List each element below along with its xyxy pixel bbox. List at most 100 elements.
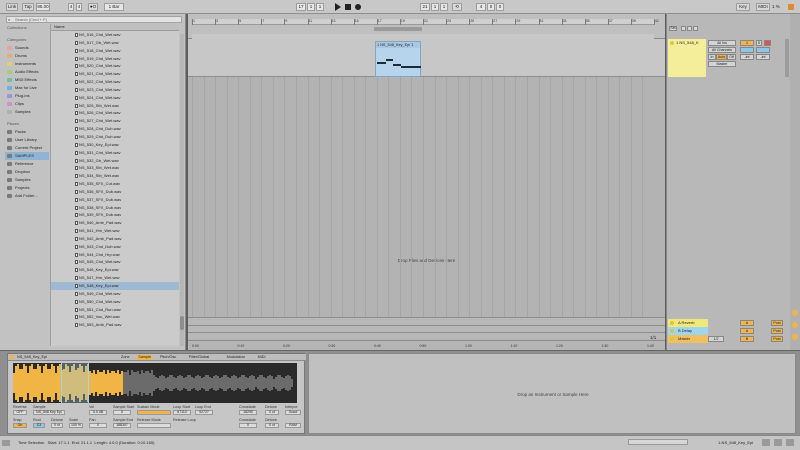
loop-length-beat[interactable]: 0: [487, 3, 495, 11]
file-row[interactable]: NS_518_Chd_Wet.wav: [51, 47, 179, 55]
place-item[interactable]: Projects: [5, 184, 49, 192]
sampler-tab[interactable]: Pitch/Osc: [159, 355, 177, 360]
file-row[interactable]: NS_517_Gtr_Wet.wav: [51, 39, 179, 47]
place-item[interactable]: Packs: [5, 128, 49, 136]
category-item[interactable]: Audio Effects: [5, 68, 49, 76]
solo-button[interactable]: S: [756, 40, 762, 46]
file-row[interactable]: NS_541_Hrn_Wet.wav: [51, 227, 179, 235]
mixer-toggle-2[interactable]: [687, 26, 692, 31]
ram-toggle[interactable]: RAM: [285, 423, 301, 428]
place-item[interactable]: User Library: [5, 136, 49, 144]
file-row[interactable]: NS_553_Amb_Pad.wav: [51, 321, 179, 329]
input-type-select[interactable]: All Ins: [708, 40, 736, 46]
file-row[interactable]: NS_522_Chd_Wet.wav: [51, 78, 179, 86]
signature-numerator[interactable]: 4: [68, 3, 74, 11]
file-row[interactable]: NS_528_Chd_Dub.wav: [51, 125, 179, 133]
mixer-scrollbar[interactable]: [785, 39, 789, 77]
file-row[interactable]: NS_544_Chd_Hrp.wav: [51, 251, 179, 259]
loop-start-bar[interactable]: 21: [420, 3, 430, 11]
place-item[interactable]: Reference: [5, 160, 49, 168]
track-header[interactable]: 1 NS_548_K: [668, 39, 706, 77]
return-track-header[interactable]: Master: [668, 335, 708, 343]
midi-note[interactable]: [377, 62, 386, 64]
position-bar[interactable]: 17: [296, 3, 306, 11]
status-button[interactable]: [786, 439, 794, 446]
sample-end-field[interactable]: 188307: [113, 423, 131, 428]
file-row[interactable]: NS_531_Chd_Wet.wav: [51, 149, 179, 157]
file-row[interactable]: NS_552_Voc_Wet.wav: [51, 313, 179, 321]
file-row[interactable]: NS_538_SFX_Dub.wav: [51, 204, 179, 212]
key-map-button[interactable]: Key: [736, 3, 750, 11]
file-row[interactable]: NS_542_Amb_Pad.wav: [51, 235, 179, 243]
record-button[interactable]: [355, 4, 361, 10]
file-row[interactable]: NS_549_Chd_Wet.wav: [51, 290, 179, 298]
activator-icon[interactable]: [670, 41, 674, 45]
return-ab-button[interactable]: A: [740, 320, 754, 326]
set-button[interactable]: Set: [669, 26, 677, 31]
loop-region[interactable]: [61, 363, 89, 403]
file-row[interactable]: NS_543_Chd_Dub.wav: [51, 243, 179, 251]
sample-start-field[interactable]: 0: [113, 410, 131, 415]
scale-field[interactable]: 100 %: [69, 423, 83, 428]
device-on-icon[interactable]: [10, 355, 14, 359]
loop-toggle[interactable]: ⟲: [452, 3, 462, 11]
stop-button[interactable]: [345, 4, 351, 10]
return-ab-button[interactable]: B: [740, 336, 754, 342]
release-mode-buttons[interactable]: [137, 423, 171, 428]
activator-icon[interactable]: [670, 321, 674, 325]
loop-start-sixteenth[interactable]: 1: [440, 3, 448, 11]
file-row[interactable]: NS_536_SFX_Dub.wav: [51, 188, 179, 196]
file-row[interactable]: NS_525_Stb_Wet.wav: [51, 102, 179, 110]
file-row[interactable]: NS_550_Chd_Wet.wav: [51, 298, 179, 306]
side-indicator[interactable]: [792, 310, 798, 316]
return-track-header[interactable]: B Delay: [668, 327, 708, 335]
reverse-toggle[interactable]: OFF: [13, 410, 27, 415]
send-a-knob[interactable]: [740, 47, 754, 53]
master-output-select[interactable]: 1/2: [708, 336, 724, 342]
track-number[interactable]: 1: [740, 40, 754, 46]
file-row[interactable]: NS_526_Chd_Wet.wav: [51, 109, 179, 117]
arm-button[interactable]: [764, 40, 771, 46]
post-button[interactable]: Post: [771, 336, 783, 342]
file-row[interactable]: NS_545_Chd_Wet.wav: [51, 258, 179, 266]
category-item[interactable]: MIDI Effects: [5, 76, 49, 84]
input-channel-select[interactable]: All Channels: [708, 47, 736, 53]
status-button[interactable]: [762, 439, 770, 446]
loop-length-sixteenth[interactable]: 0: [496, 3, 504, 11]
file-row[interactable]: NS_537_SFX_Dub.wav: [51, 196, 179, 204]
loop-length-bar[interactable]: 4: [476, 3, 486, 11]
position-beat[interactable]: 1: [307, 3, 315, 11]
audio-clip[interactable]: 1 NS_548_Key_Epi 1: [375, 41, 421, 77]
category-item[interactable]: Plug-Ins: [5, 92, 49, 100]
mixer-toggle-3[interactable]: [693, 26, 698, 31]
quantization-select[interactable]: 1 Bar: [104, 3, 124, 11]
file-row[interactable]: NS_530_Key_Epi.wav: [51, 141, 179, 149]
signature-denominator[interactable]: 4: [76, 3, 82, 11]
file-row[interactable]: NS_532_Gtr_Wet.wav: [51, 157, 179, 165]
midi-note[interactable]: [401, 66, 421, 68]
midi-note[interactable]: [393, 64, 401, 66]
post-button[interactable]: Post: [771, 328, 783, 334]
file-row[interactable]: NS_533_Stb_Wet.wav: [51, 164, 179, 172]
track-lane-1[interactable]: 1 NS_548_Key_Epi 1: [188, 39, 665, 77]
sample-select[interactable]: NS_548 Key Epi: [33, 410, 65, 415]
file-row[interactable]: NS_523_Chd_Wet.wav: [51, 86, 179, 94]
crossfade-field[interactable]: 18290: [239, 410, 257, 415]
detune-field[interactable]: 0 ct: [265, 410, 279, 415]
overview-bar[interactable]: [628, 439, 688, 445]
midi-note[interactable]: [386, 59, 393, 61]
place-item[interactable]: Add Folder...: [5, 192, 49, 200]
return-track-header[interactable]: A Reverb: [668, 319, 708, 327]
file-row[interactable]: NS_548_Key_Epi.wav: [51, 282, 179, 290]
category-item[interactable]: Samples: [5, 108, 49, 116]
place-item[interactable]: Samples: [5, 176, 49, 184]
midi-map-button[interactable]: MIDI: [756, 3, 770, 11]
mixer-toggle-1[interactable]: [681, 26, 686, 31]
device-chain[interactable]: Drop an Instrument or Sample Here: [308, 353, 796, 434]
send-b-knob[interactable]: [756, 47, 770, 53]
file-row[interactable]: NS_519_Chd_Wet.wav: [51, 55, 179, 63]
scroll-thumb[interactable]: [180, 316, 184, 330]
sampler-tab[interactable]: Filter/Global: [188, 355, 210, 360]
place-item[interactable]: Current Project: [5, 144, 49, 152]
category-item[interactable]: Max for Live: [5, 84, 49, 92]
